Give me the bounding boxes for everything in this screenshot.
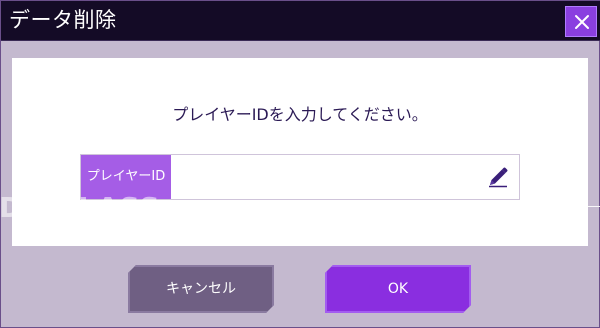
player-id-input[interactable] xyxy=(173,157,483,197)
dialog-titlebar: データ削除 xyxy=(1,1,600,41)
close-button[interactable] xyxy=(565,6,597,37)
cancel-button[interactable]: キャンセル xyxy=(128,265,274,313)
watermark-line xyxy=(1,206,600,207)
dialog-title: データ削除 xyxy=(9,8,117,32)
ok-button[interactable]: OK xyxy=(325,265,471,313)
watermark-text: DE GLASS xyxy=(0,191,161,224)
delete-data-dialog: データ削除 プレイヤーIDを入力してください。 プレイヤーID DE GLASS… xyxy=(0,0,600,328)
pencil-icon[interactable] xyxy=(487,166,509,188)
instruction-message: プレイヤーIDを入力してください。 xyxy=(172,105,428,124)
close-icon xyxy=(575,15,589,29)
